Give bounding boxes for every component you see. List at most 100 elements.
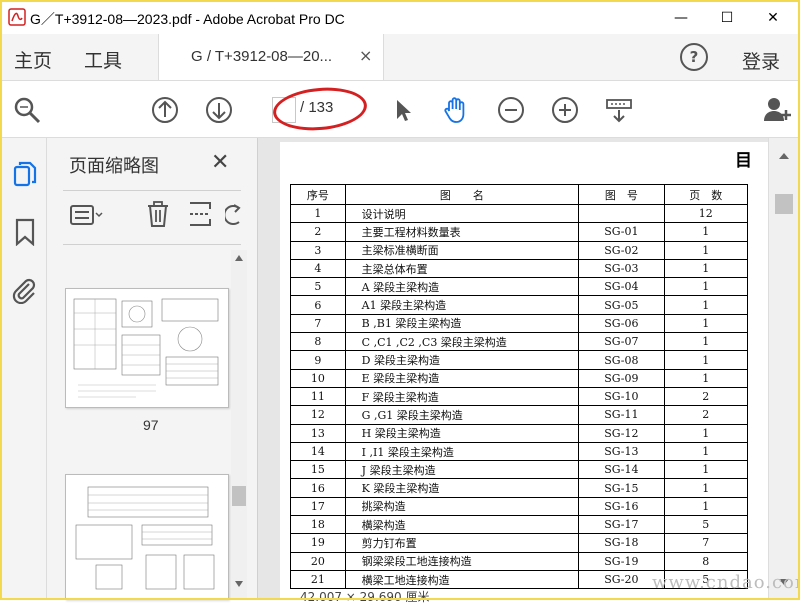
watermark: www.cndao.com [652, 572, 800, 593]
thumbnail-panel: 页面缩略图 ✕ 97 [47, 138, 258, 600]
insert-page-icon[interactable] [187, 200, 213, 228]
row-number: 4 [290, 258, 346, 279]
page-thumbnail[interactable] [65, 288, 229, 408]
help-icon[interactable]: ? [680, 43, 708, 71]
window-title: G／T+3912-08—2023.pdf - Adobe Acrobat Pro… [30, 11, 345, 27]
menu-home[interactable]: 主页 [14, 46, 52, 73]
close-window-button[interactable]: ✕ [750, 2, 796, 34]
drawing-name: I ,I1 梁段主梁构造 [344, 441, 580, 462]
menu-bar: 主页 工具 G / T+3912-08—20... × ? 登录 [2, 34, 798, 81]
document-tab[interactable]: G / T+3912-08—20... × [158, 34, 384, 80]
row-number: 1 [290, 203, 346, 224]
table-header-row: 序号 图 名 图 号 页 数 [290, 184, 749, 205]
drawing-name: 主要工程材料数量表 [344, 222, 580, 242]
header-cell: 页 数 [663, 184, 749, 205]
table-row: 18 横梁构造 SG-17 5 [290, 515, 749, 535]
next-page-icon[interactable] [204, 95, 234, 125]
zoom-search-icon[interactable] [12, 95, 42, 125]
page-thumbnail[interactable] [65, 474, 229, 600]
document-tab-label: G / T+3912-08—20... [191, 48, 333, 65]
zoom-out-icon[interactable] [496, 95, 526, 125]
thumbnail-drawing [73, 298, 219, 398]
drawing-code: SG-11 [578, 405, 665, 425]
rotate-page-icon[interactable] [225, 202, 241, 228]
thumbnail-scrollbar[interactable] [231, 250, 247, 598]
row-number: 6 [290, 295, 346, 315]
row-number: 3 [290, 240, 346, 260]
drawing-code: SG-07 [578, 332, 665, 352]
login-button[interactable]: 登录 [742, 47, 780, 74]
title-bar: G／T+3912-08—2023.pdf - Adobe Acrobat Pro… [2, 2, 798, 34]
row-number: 18 [290, 515, 346, 535]
header-cell: 图 号 [578, 184, 665, 205]
page-count: 1 [663, 240, 749, 260]
drawing-code: SG-06 [578, 313, 665, 334]
drawing-name: 剪力钉布置 [344, 533, 580, 553]
drawing-name: A1 梁段主梁构造 [344, 295, 580, 315]
table-row: 13 H 梁段主梁构造 SG-12 1 [290, 423, 749, 443]
scroll-up-icon[interactable] [234, 254, 244, 262]
row-number: 12 [290, 405, 346, 425]
table-row: 14 I ,I1 梁段主梁构造 SG-13 1 [290, 441, 749, 462]
panel-divider [63, 190, 241, 191]
page-count: 1 [663, 368, 749, 388]
page-count: 1 [663, 478, 749, 498]
drawing-code: SG-05 [578, 295, 665, 315]
page-count: 7 [663, 533, 749, 553]
maximize-button[interactable]: ☐ [704, 2, 750, 34]
row-number: 21 [290, 569, 346, 590]
drawing-name: G ,G1 梁段主梁构造 [344, 405, 580, 425]
drawing-code: SG-17 [578, 515, 665, 535]
scroll-up-icon[interactable] [778, 152, 790, 160]
scroll-down-icon[interactable] [234, 580, 244, 588]
scroll-mode-icon[interactable] [604, 95, 634, 125]
page-count: 1 [663, 295, 749, 315]
thumbnail-page-number: 97 [143, 417, 159, 433]
drawing-name: E 梁段主梁构造 [344, 368, 580, 388]
table-row: 20 钢梁梁段工地连接构造 SG-19 8 [290, 551, 749, 571]
document-scrollbar[interactable] [768, 138, 799, 598]
page-count: 1 [663, 277, 749, 297]
select-cursor-icon[interactable] [388, 95, 418, 125]
drawing-name: 挑梁构造 [344, 496, 580, 517]
thumbnail-options-icon[interactable] [69, 202, 103, 228]
drawing-name: A 梁段主梁构造 [344, 277, 580, 297]
table-row: 17 挑梁构造 SG-16 1 [290, 496, 749, 517]
drawing-name: 设计说明 [344, 203, 580, 224]
page-count: 1 [663, 423, 749, 443]
drawing-name: J 梁段主梁构造 [344, 460, 580, 480]
document-scroll-thumb[interactable] [775, 194, 793, 214]
menu-tools[interactable]: 工具 [84, 46, 122, 73]
page-count: 1 [663, 332, 749, 352]
add-user-icon[interactable] [762, 95, 792, 125]
row-number: 10 [290, 368, 346, 388]
bookmarks-icon[interactable] [14, 218, 36, 246]
thumbnail-close-icon[interactable]: ✕ [211, 150, 229, 175]
previous-page-icon[interactable] [150, 95, 180, 125]
page-thumbnails-icon[interactable] [12, 160, 38, 188]
page-count: 1 [663, 222, 749, 242]
delete-page-icon[interactable] [145, 200, 171, 228]
table-row: 7B ,B1 梁段主梁构造 SG-06 1 [290, 313, 749, 334]
pdf-page: 目 序号 图 名 图 号 页 数 1 设计说明 12 2 主要工程材料数量表 SG-01 1… [280, 142, 770, 602]
table-row: 19 剪力钉布置 SG-18 7 [290, 533, 749, 553]
table-row: 3 主梁标准横断面 SG-02 1 [290, 240, 749, 260]
table-row: 11 F 梁段主梁构造 SG-10 2 [290, 386, 749, 407]
attachments-icon[interactable] [10, 276, 38, 304]
row-number: 2 [290, 222, 346, 242]
row-number: 7 [290, 313, 346, 334]
page-count: 2 [663, 405, 749, 425]
hand-tool-icon[interactable] [440, 95, 470, 125]
thumbnail-scroll-thumb[interactable] [232, 486, 246, 506]
drawing-code: SG-03 [578, 258, 665, 279]
table-row: 5A 梁段主梁构造 SG-04 1 [290, 277, 749, 297]
drawing-name: F 梁段主梁构造 [344, 386, 580, 407]
thumbnail-panel-title: 页面缩略图 [69, 156, 159, 177]
zoom-in-icon[interactable] [550, 95, 580, 125]
drawing-code: SG-13 [578, 441, 665, 462]
row-number: 15 [290, 460, 346, 480]
drawing-code: SG-10 [578, 386, 665, 407]
drawing-name: 主梁总体布置 [344, 258, 580, 279]
minimize-button[interactable]: — [658, 2, 704, 34]
tab-close-icon[interactable]: × [359, 46, 372, 65]
